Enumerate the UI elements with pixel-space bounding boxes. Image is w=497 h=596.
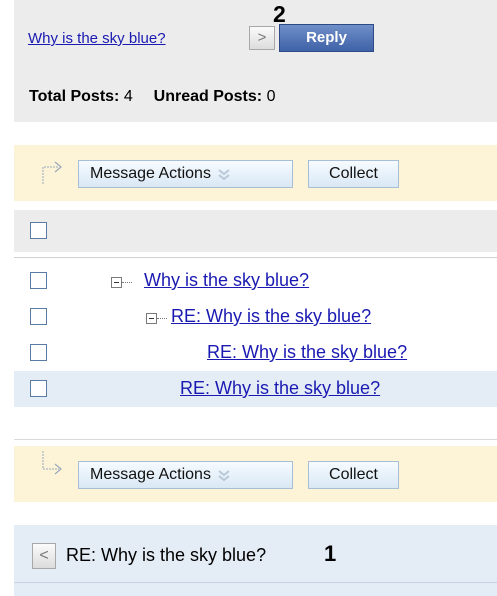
thread-title-link[interactable]: Why is the sky blue?: [28, 30, 166, 47]
total-posts-label: Total Posts:: [29, 88, 120, 105]
footer-divider: [14, 582, 497, 583]
message-actions-label: Message Actions: [90, 165, 211, 182]
message-actions-menu[interactable]: Message Actions: [78, 160, 293, 188]
message-actions-label: Message Actions: [90, 466, 211, 483]
post-stats: Total Posts: 4 Unread Posts: 0: [29, 88, 275, 106]
collect-button[interactable]: Collect: [308, 160, 399, 188]
current-message-title: RE: Why is the sky blue?: [66, 545, 267, 565]
tree-divider: [14, 257, 497, 258]
tree-connector: [122, 282, 132, 283]
action-bar-top: Message Actions Collect: [14, 145, 497, 201]
thread-post-link[interactable]: RE: Why is the sky blue?: [207, 342, 407, 363]
collect-button[interactable]: Collect: [308, 461, 399, 489]
callout-number-1: 1: [324, 541, 337, 566]
row-checkbox[interactable]: [30, 272, 47, 289]
arrow-down-right-icon: [42, 161, 62, 184]
tree-row: Why is the sky blue?: [14, 263, 497, 299]
chevron-down-icon: [218, 168, 230, 181]
tree-connector: [157, 318, 167, 319]
tree-row: RE: Why is the sky blue?: [14, 335, 497, 371]
tree-row: RE: Why is the sky blue?: [14, 299, 497, 335]
row-checkbox[interactable]: [30, 344, 47, 361]
reply-button[interactable]: Reply: [279, 24, 374, 52]
row-checkbox[interactable]: [30, 380, 47, 397]
unread-posts-value: 0: [266, 88, 276, 105]
chevron-down-icon: [218, 469, 230, 482]
thread-post-link[interactable]: RE: Why is the sky blue?: [171, 306, 371, 327]
current-message-bar: < RE: Why is the sky blue? 1: [14, 525, 497, 596]
total-posts-value: 4: [123, 88, 133, 105]
tree-divider: [14, 439, 497, 440]
thread-header: Why is the sky blue? > 2 Reply Total Pos…: [14, 0, 497, 122]
thread-post-link[interactable]: RE: Why is the sky blue?: [180, 378, 380, 399]
collapse-icon[interactable]: [111, 277, 122, 288]
message-actions-menu[interactable]: Message Actions: [78, 461, 293, 489]
select-all-checkbox[interactable]: [30, 222, 47, 239]
select-all-row: [14, 210, 497, 252]
collapse-icon[interactable]: [146, 313, 157, 324]
chevron-left-icon: <: [39, 547, 49, 564]
row-checkbox[interactable]: [30, 308, 47, 325]
previous-message-button[interactable]: <: [32, 543, 56, 569]
next-message-button[interactable]: >: [249, 26, 275, 50]
arrow-down-right-icon: [42, 451, 62, 475]
unread-posts-label: Unread Posts:: [153, 88, 263, 105]
tree-row-selected: RE: Why is the sky blue?: [14, 371, 497, 407]
action-bar-bottom: Message Actions Collect: [14, 446, 497, 502]
chevron-right-icon: >: [257, 29, 267, 46]
thread-post-link[interactable]: Why is the sky blue?: [144, 270, 309, 291]
